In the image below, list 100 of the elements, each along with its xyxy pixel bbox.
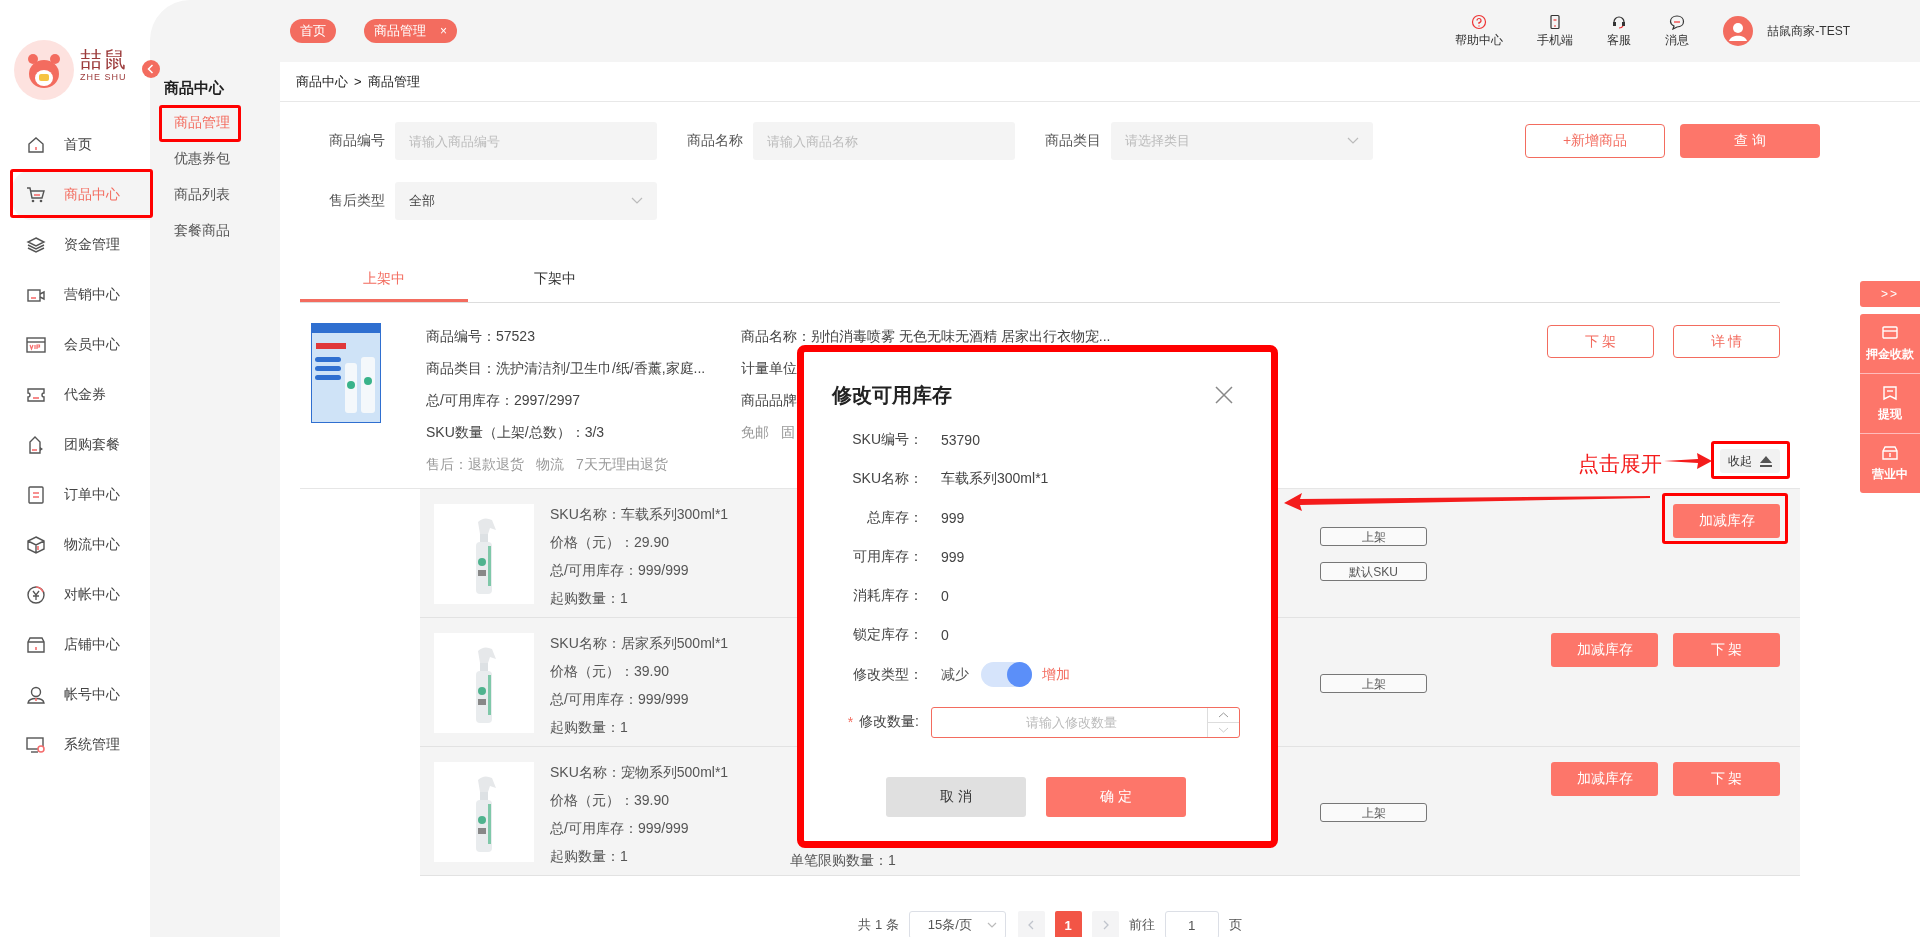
goto-label: 前往 <box>1128 916 1155 934</box>
product-info: 商品类目：洗护清洁剂/卫生巾/纸/香薰,家庭... <box>426 359 706 378</box>
goto-suffix: 页 <box>1228 916 1242 934</box>
field-label: SKU名称： <box>851 469 923 488</box>
logo-name: 喆鼠 <box>80 48 128 72</box>
menu-icon <box>26 735 46 755</box>
hamster-logo-icon <box>14 40 74 100</box>
field-value: 0 <box>941 626 949 643</box>
sidebar-item[interactable]: 代金券 <box>0 370 150 420</box>
filter-label: 商品类目 <box>1044 132 1102 150</box>
sku-info: 价格（元）：29.90 <box>550 533 671 552</box>
panel-icon <box>1881 324 1899 342</box>
collapse-sidebar-icon[interactable] <box>142 60 160 78</box>
after-sale-info: 售后：退款退货 <box>426 456 524 472</box>
filter-label: 售后类型 <box>328 192 386 210</box>
sku-info: 起购数量：1 <box>550 589 629 608</box>
number-input[interactable]: 请输入修改数量 <box>931 706 1240 738</box>
panel-icon <box>1881 444 1899 462</box>
close-icon[interactable] <box>1215 386 1233 404</box>
submenu-item[interactable]: 优惠券包 <box>150 140 280 176</box>
field-label: SKU编号： <box>851 430 923 449</box>
menu-icon <box>26 635 46 655</box>
field-label: 修改类型： <box>852 665 923 684</box>
sidebar-item[interactable]: 系统管理 <box>0 720 150 770</box>
submenu-item[interactable]: 套餐商品 <box>150 212 280 248</box>
field-value: 车载系列300ml*1 <box>941 469 1049 488</box>
after-sale-info: 物流 <box>536 456 564 472</box>
sidebar-item[interactable]: 店铺中心 <box>0 620 150 670</box>
sidebar-item[interactable]: 物流中心 <box>0 520 150 570</box>
field-label: 消耗库存： <box>852 586 923 605</box>
field-value: 53790 <box>941 431 980 448</box>
menu-icon <box>26 535 46 555</box>
sku-info: 起购数量：1 <box>550 718 629 737</box>
headset-icon <box>1611 13 1628 30</box>
header-action[interactable]: 消息 <box>1665 13 1690 49</box>
submenu-item[interactable]: 商品列表 <box>150 176 280 212</box>
user-name[interactable]: 喆鼠商家-TEST <box>1767 22 1850 40</box>
field-value: 0 <box>941 587 949 604</box>
status-tab[interactable]: 下架中 <box>471 258 639 302</box>
annotation-text: 点击展开 <box>1578 451 1662 477</box>
breadcrumb-item[interactable]: 商品管理 <box>367 72 420 91</box>
dialog-title: 修改可用库存 <box>832 382 952 408</box>
page-input[interactable]: 1 <box>1164 911 1219 937</box>
menu-icon <box>26 585 46 605</box>
header-action[interactable]: 手机端 <box>1537 13 1574 49</box>
chat-icon <box>1669 13 1686 30</box>
breadcrumb-item[interactable]: 商品中心 <box>296 72 348 91</box>
menu-icon <box>26 235 46 255</box>
switch-option: 减少 <box>941 665 969 684</box>
sku-info: 总/可用库存：999/999 <box>550 819 690 838</box>
product-info: 商品名称：别怕消毒喷雾 无色无味无酒精 居家出行衣物宠... <box>741 327 1111 346</box>
menu-icon <box>26 135 46 155</box>
field-label: 修改数量: <box>859 713 919 731</box>
header-action[interactable]: 客服 <box>1607 13 1632 49</box>
sku-tag: 默认SKU <box>1320 562 1427 581</box>
sidebar-item[interactable]: 资金管理 <box>0 220 150 270</box>
menu-icon <box>26 485 46 505</box>
product-tag: 免邮 <box>741 424 769 440</box>
submenu-title: 商品中心 <box>163 78 225 98</box>
required-mark: * <box>847 714 854 730</box>
sku-info: 总/可用库存：999/999 <box>550 561 690 580</box>
caret-icon <box>986 922 997 928</box>
field-label: 锁定库存： <box>852 625 923 644</box>
caret-icon <box>631 197 643 205</box>
product-info: 商品编号：57523 <box>426 327 535 346</box>
avatar-icon[interactable] <box>1723 16 1754 46</box>
breadcrumb-separator: > <box>354 74 362 89</box>
menu-icon <box>26 185 46 205</box>
sidebar-item[interactable]: 团购套餐 <box>0 420 150 470</box>
sku-info: 价格（元）：39.90 <box>550 662 671 681</box>
sidebar-item[interactable]: 会员中心 <box>0 320 150 370</box>
sidebar-item[interactable]: 对帐中心 <box>0 570 150 620</box>
collapse-button[interactable]: 收起 <box>1720 449 1780 473</box>
caret-icon <box>1347 137 1359 145</box>
sku-tag: 上架 <box>1320 673 1427 693</box>
sku-info: SKU名称：车载系列300ml*1 <box>550 505 730 524</box>
product-info: 计量单位 <box>741 359 797 378</box>
sidebar-item[interactable]: 营销中心 <box>0 270 150 320</box>
field-value: 999 <box>941 548 965 565</box>
sidebar-item[interactable]: 首页 <box>0 120 150 170</box>
select-field[interactable]: 全部 <box>395 182 657 220</box>
page-size-select[interactable]: 15条/页 <box>908 911 1006 937</box>
product-info: 总/可用库存：2997/2997 <box>426 391 581 410</box>
sku-info: 价格（元）：39.90 <box>550 791 671 810</box>
sku-info: 单笔限购数量：1 <box>790 851 897 870</box>
dialog-button[interactable]: 取 消 <box>886 777 1026 817</box>
sku-tag: 上架 <box>1320 802 1427 822</box>
sidebar-item[interactable]: 订单中心 <box>0 470 150 520</box>
menu-icon <box>26 335 46 355</box>
filter-label: 商品编号 <box>328 132 386 150</box>
sku-info: SKU名称：居家系列500ml*1 <box>550 634 730 653</box>
field-label: 总库存： <box>866 508 923 527</box>
menu-icon <box>26 385 46 405</box>
sidebar-item[interactable]: 帐号中心 <box>0 670 150 720</box>
sku-tag: 上架 <box>1320 527 1427 546</box>
product-info: 商品品牌 <box>741 391 797 410</box>
field-value: 999 <box>941 509 965 526</box>
toggle-switch[interactable] <box>981 662 1032 687</box>
eject-icon <box>1760 455 1772 467</box>
header-action[interactable]: 帮助中心 <box>1455 13 1504 49</box>
